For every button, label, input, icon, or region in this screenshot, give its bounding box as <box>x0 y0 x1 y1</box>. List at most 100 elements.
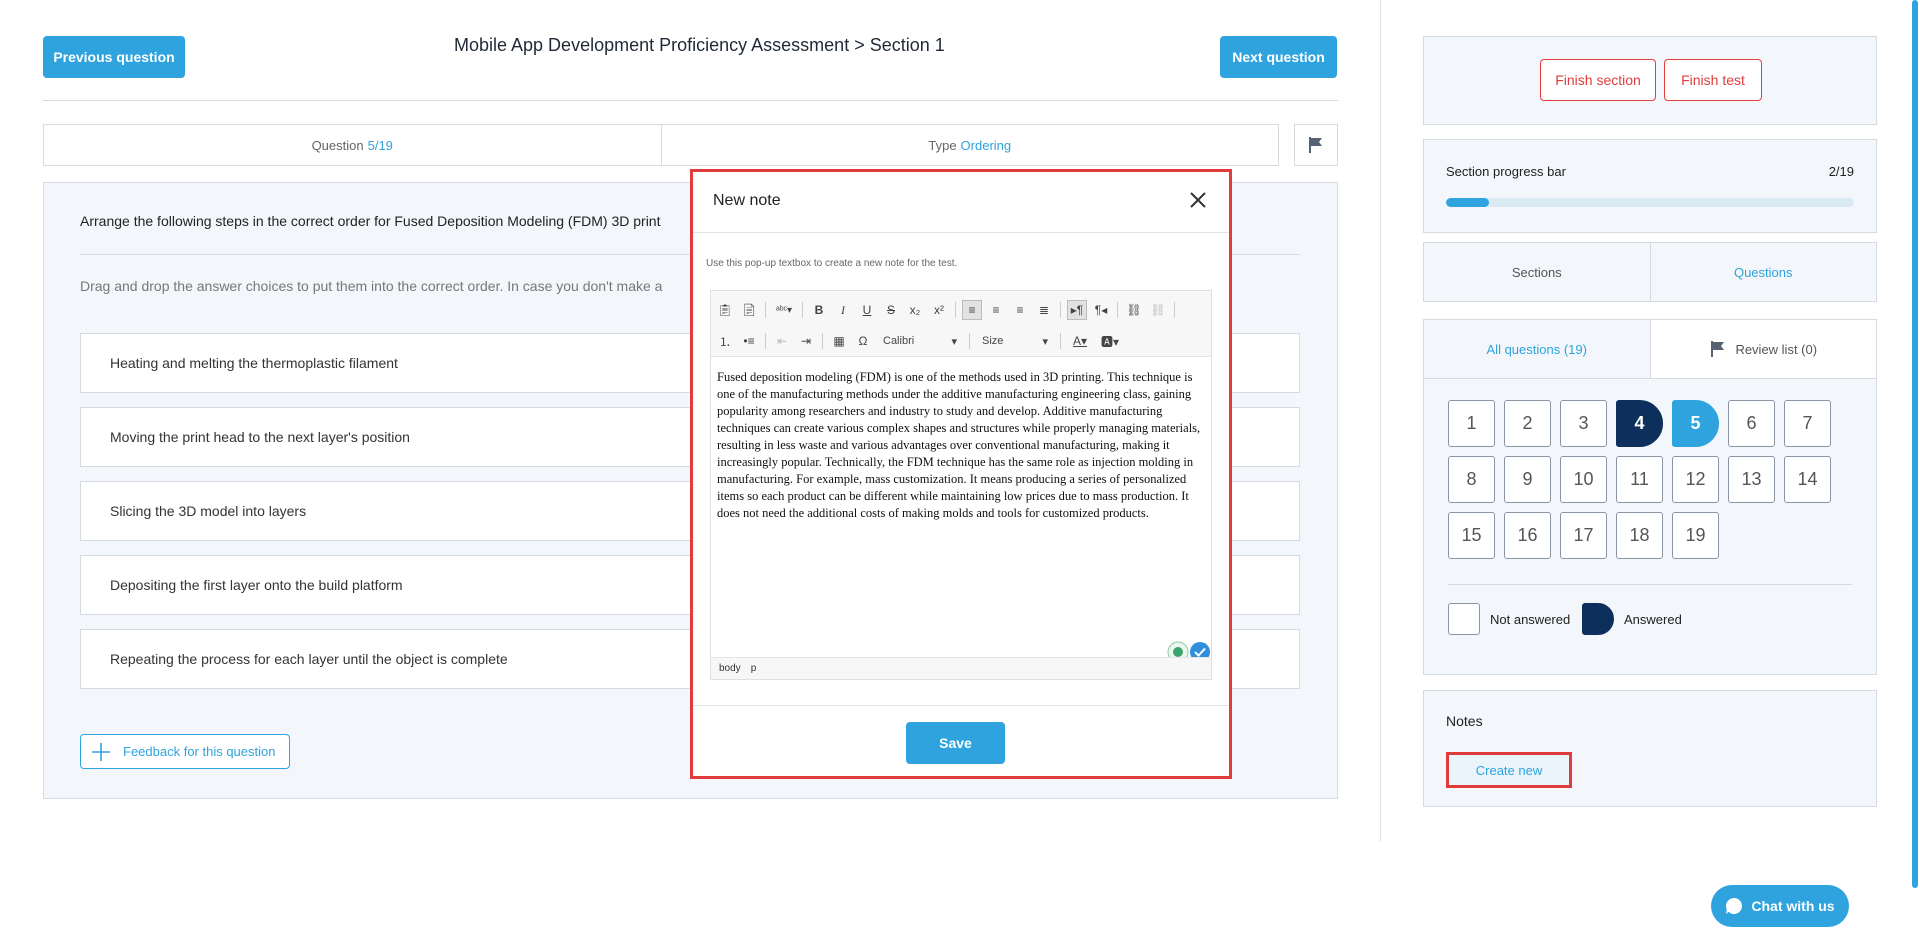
progress-fill <box>1446 198 1489 207</box>
note-text[interactable]: Fused deposition modeling (FDM) is one o… <box>717 369 1207 522</box>
text-color-icon[interactable]: A▾ <box>1067 331 1093 351</box>
subscript-icon[interactable]: x₂ <box>905 300 925 320</box>
answer-choice-label: Repeating the process for each layer unt… <box>110 651 508 667</box>
question-number-button[interactable]: 15 <box>1448 512 1495 559</box>
question-number-button[interactable]: 13 <box>1728 456 1775 503</box>
question-number-button[interactable]: 18 <box>1616 512 1663 559</box>
bold-icon[interactable]: B <box>809 300 829 320</box>
size-select-value: Size <box>982 335 1004 347</box>
legend-answered: Answered <box>1582 603 1682 635</box>
create-note-button[interactable]: Create new <box>1446 752 1572 788</box>
element-path-p[interactable]: p <box>751 663 757 674</box>
align-right-icon[interactable]: ≡ <box>1010 300 1030 320</box>
strikethrough-icon[interactable]: S <box>881 300 901 320</box>
previous-question-button[interactable]: Previous question <box>43 36 185 78</box>
superscript-icon[interactable]: x² <box>929 300 949 320</box>
question-number-button[interactable]: 7 <box>1784 400 1831 447</box>
chat-button-label: Chat with us <box>1751 898 1835 914</box>
section-progress: Section progress bar 2/19 <box>1423 139 1877 233</box>
modal-title: New note <box>713 192 781 209</box>
align-justify-icon[interactable]: ≣ <box>1034 300 1054 320</box>
save-note-button[interactable]: Save <box>906 722 1005 764</box>
tab-questions[interactable]: Questions <box>1649 243 1876 301</box>
paste-text-icon[interactable]: 📄︎ <box>739 300 759 320</box>
link-icon[interactable]: ⛓ <box>1124 300 1144 320</box>
editor-toolbar: 📋︎ 📄︎ ᵃᵇᶜ▾ B I U S x₂ x² ≡ ≡ ≡ ≣ ▸¶ ¶◂ ⛓… <box>711 291 1211 357</box>
table-icon[interactable]: ▦ <box>829 331 849 351</box>
question-number-label: Question <box>311 137 364 153</box>
finish-section-button[interactable]: Finish section <box>1540 59 1656 101</box>
ltr-icon[interactable]: ▸¶ <box>1067 300 1087 320</box>
page-scrollbar[interactable] <box>1912 0 1918 888</box>
element-path-body[interactable]: body <box>719 663 741 674</box>
question-number-button[interactable]: 1 <box>1448 400 1495 447</box>
paste-icon[interactable]: 📋︎ <box>715 300 735 320</box>
outdent-icon[interactable]: ⇤ <box>772 331 792 351</box>
legend-not-answered: Not answered <box>1448 603 1570 635</box>
question-number-button[interactable]: 11 <box>1616 456 1663 503</box>
chat-button[interactable]: Chat with us <box>1711 885 1849 927</box>
tab-review-list-label: Review list (0) <box>1735 341 1818 357</box>
chevron-down-icon: ▾ <box>951 335 957 348</box>
size-select[interactable]: Size ▾ <box>976 331 1054 351</box>
background-color-icon[interactable]: 🅰︎▾ <box>1097 331 1123 351</box>
header-divider <box>43 100 1338 101</box>
question-number-button[interactable]: 9 <box>1504 456 1551 503</box>
plus-icon <box>92 742 110 761</box>
question-number-button[interactable]: 10 <box>1560 456 1607 503</box>
font-select-value: Calibri <box>883 335 915 347</box>
align-left-icon[interactable]: ≡ <box>962 300 982 320</box>
legend-answered-label: Answered <box>1624 611 1682 627</box>
modal-footer-divider <box>693 705 1229 706</box>
underline-icon[interactable]: U <box>857 300 877 320</box>
question-grid: 1 2 3 4 5 6 7 8 9 10 11 12 13 14 15 16 17 18 19 <box>1448 400 1831 559</box>
question-type-value: Ordering <box>960 137 1012 153</box>
numbered-list-icon[interactable]: ⒈ <box>715 331 735 351</box>
legend-divider <box>1448 584 1852 585</box>
answer-choice-label: Depositing the first layer onto the buil… <box>110 577 403 593</box>
align-center-icon[interactable]: ≡ <box>986 300 1006 320</box>
question-number-button[interactable]: 17 <box>1560 512 1607 559</box>
indent-icon[interactable]: ⇥ <box>796 331 816 351</box>
question-number-button[interactable]: 8 <box>1448 456 1495 503</box>
modal-header-divider <box>693 232 1229 233</box>
question-number-button[interactable]: 3 <box>1560 400 1607 447</box>
modal-hint: Use this pop-up textbox to create a new … <box>706 258 958 269</box>
finish-controls: Finish section Finish test <box>1423 36 1877 125</box>
special-character-icon[interactable]: Ω <box>853 331 873 351</box>
question-number-button[interactable]: 16 <box>1504 512 1551 559</box>
tab-review-list[interactable]: Review list (0) <box>1649 320 1876 378</box>
question-number-button[interactable]: 12 <box>1672 456 1719 503</box>
progress-count: 2/19 <box>1828 164 1854 179</box>
close-icon[interactable] <box>1187 189 1209 211</box>
question-number-button[interactable]: 5 <box>1672 400 1719 447</box>
unlink-icon[interactable]: ⛓ <box>1148 300 1168 320</box>
italic-icon[interactable]: I <box>833 300 853 320</box>
flag-icon <box>1711 341 1725 357</box>
bulleted-list-icon[interactable]: •≡ <box>739 331 759 351</box>
chat-bubble-icon <box>1726 898 1743 914</box>
page-title: Mobile App Development Proficiency Asses… <box>454 35 945 55</box>
answer-choice-label: Moving the print head to the next layer'… <box>110 429 410 445</box>
rtl-icon[interactable]: ¶◂ <box>1091 300 1111 320</box>
question-text: Arrange the following steps in the corre… <box>80 213 661 229</box>
chevron-down-icon: ▾ <box>1042 335 1048 348</box>
answer-choice-label: Heating and melting the thermoplastic fi… <box>110 355 398 371</box>
rich-text-editor[interactable]: 📋︎ 📄︎ ᵃᵇᶜ▾ B I U S x₂ x² ≡ ≡ ≡ ≣ ▸¶ ¶◂ ⛓… <box>710 290 1212 680</box>
question-number-button[interactable]: 4 <box>1616 400 1663 447</box>
feedback-button[interactable]: Feedback for this question <box>80 734 290 769</box>
next-question-button[interactable]: Next question <box>1220 36 1337 78</box>
question-number-button[interactable]: 6 <box>1728 400 1775 447</box>
flag-question-button[interactable] <box>1294 124 1338 166</box>
question-number-button[interactable]: 19 <box>1672 512 1719 559</box>
spellcheck-icon[interactable]: ᵃᵇᶜ▾ <box>772 300 796 320</box>
question-navigator: All questions (19) Review list (0) 12345… <box>1423 319 1877 675</box>
legend-not-answered-label: Not answered <box>1490 611 1571 627</box>
tab-sections[interactable]: Sections <box>1424 243 1650 301</box>
question-type: Type Ordering <box>660 125 1279 165</box>
question-number-button[interactable]: 14 <box>1784 456 1831 503</box>
finish-test-button[interactable]: Finish test <box>1664 59 1762 101</box>
tab-all-questions[interactable]: All questions (19) <box>1424 320 1650 378</box>
font-select[interactable]: Calibri ▾ <box>877 331 963 351</box>
question-number-button[interactable]: 2 <box>1504 400 1551 447</box>
